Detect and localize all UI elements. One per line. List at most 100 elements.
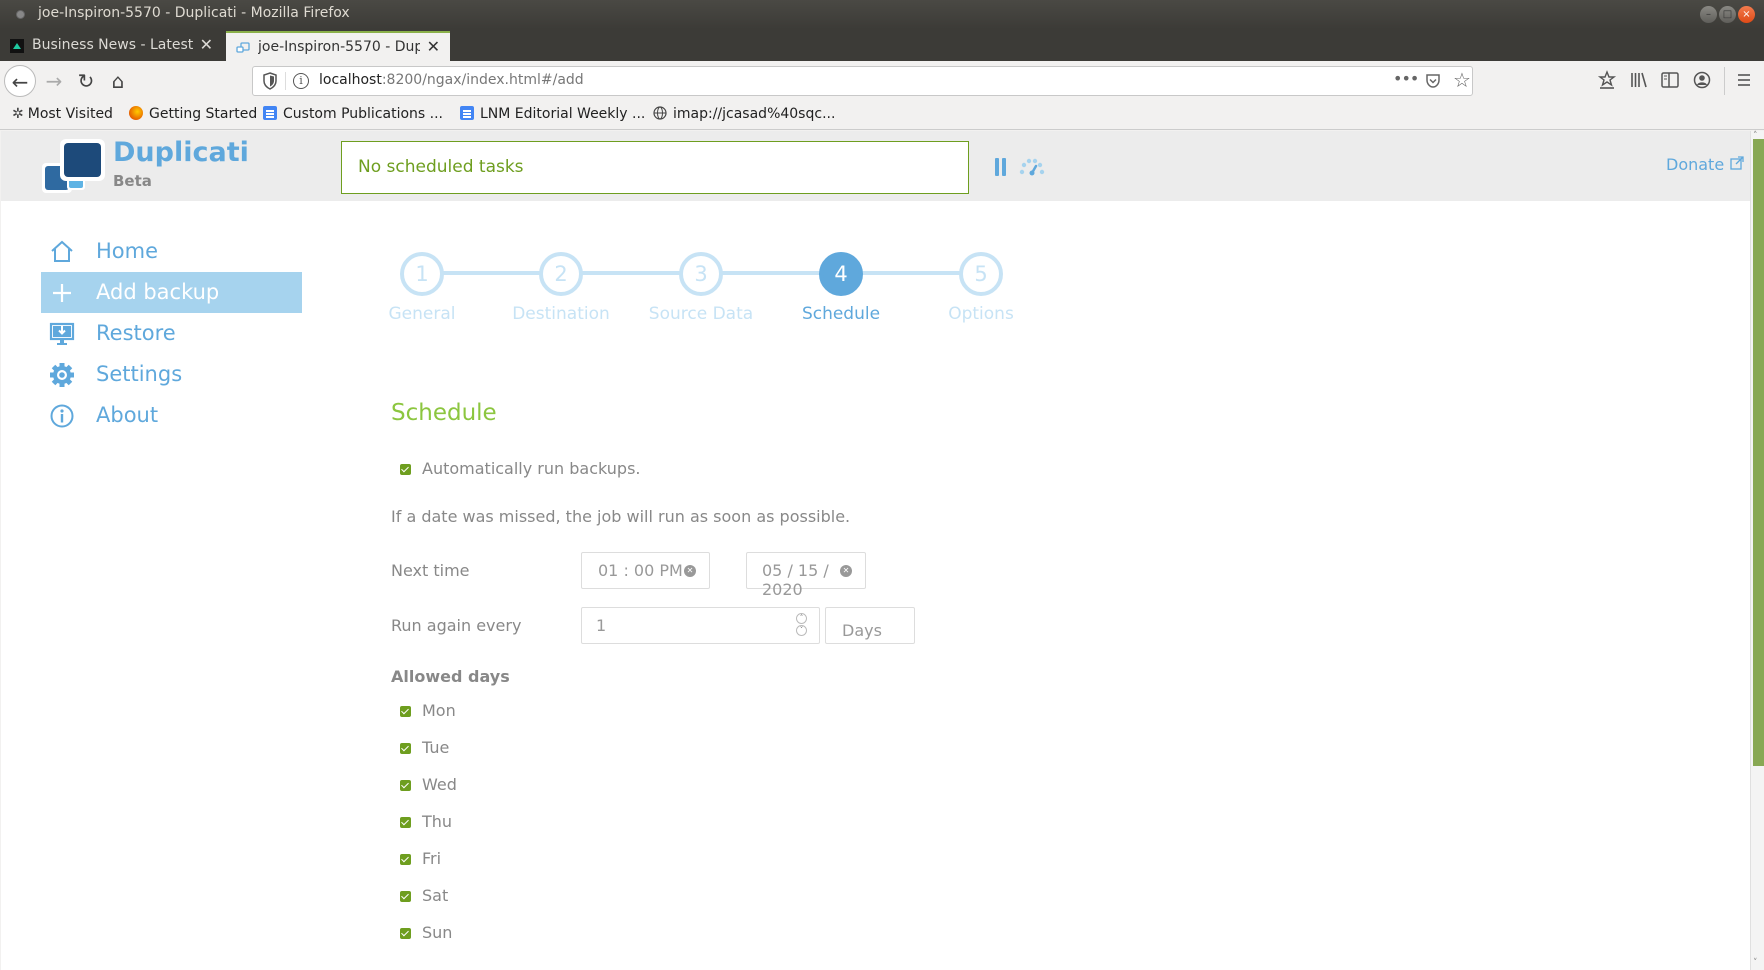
number-spinner[interactable]: ˄ ˅ [796, 613, 807, 637]
unit-value: Days [842, 621, 882, 640]
site-info-icon[interactable]: i [293, 73, 309, 89]
library-icon[interactable] [1623, 65, 1653, 95]
auto-run-checkbox[interactable] [400, 464, 411, 475]
sidebar-item-label: About [96, 403, 159, 427]
tab-close-button[interactable]: ✕ [200, 31, 213, 59]
day-label-fri[interactable]: Fri [422, 849, 441, 868]
back-button[interactable]: ← [4, 65, 36, 97]
gear-icon: ✲ [12, 106, 24, 122]
close-window-button[interactable]: × [1738, 6, 1755, 23]
duplicati-icon [236, 42, 250, 53]
bookmark-imap[interactable]: imap://jcasad%40sqc... [653, 106, 835, 122]
bookmark-label: LNM Editorial Weekly ... [480, 106, 646, 122]
day-checkbox-fri[interactable] [400, 854, 411, 865]
day-label-wed[interactable]: Wed [422, 775, 457, 794]
next-date-input[interactable]: 05 / 15 / 2020 ✕ [746, 552, 866, 599]
downloads-star-icon[interactable] [1592, 65, 1622, 95]
bookmark-label: Getting Started [149, 106, 258, 122]
navigation-toolbar: ← → ↻ ⌂ i localhost:8200/ngax/index.html… [0, 61, 1764, 101]
auto-run-label[interactable]: Automatically run backups. [422, 459, 641, 478]
firefox-icon [129, 106, 143, 120]
window-menu-icon[interactable] [16, 10, 25, 19]
page-scrollbar[interactable]: ˄ ˅ [1750, 131, 1764, 970]
day-label-tue[interactable]: Tue [422, 738, 449, 757]
sidebar-item-label: Settings [96, 362, 183, 386]
pocket-icon[interactable] [1425, 73, 1441, 89]
tab-close-button[interactable]: ✕ [427, 33, 440, 61]
account-icon[interactable] [1687, 65, 1717, 95]
donate-link[interactable]: Donate [1666, 155, 1744, 174]
minimize-button[interactable]: – [1700, 6, 1717, 23]
day-label-sun[interactable]: Sun [422, 923, 452, 942]
brand-name: Duplicati [113, 137, 249, 168]
sidebar-item-about[interactable]: About [41, 395, 302, 436]
toolbar-separator [1724, 67, 1725, 95]
gear-icon [50, 363, 74, 387]
edition-label: Beta [113, 172, 152, 190]
run-again-unit-select[interactable]: Days [825, 607, 915, 644]
clear-time-icon[interactable]: ✕ [684, 565, 696, 577]
bookmark-custom-publications[interactable]: Custom Publications ... [263, 106, 443, 122]
bookmark-label: Custom Publications ... [283, 106, 444, 122]
tab-label: Business News - Latest Headlines [32, 37, 194, 53]
run-again-number-input[interactable]: 1 ˄ ˅ [581, 607, 820, 644]
missed-date-note: If a date was missed, the job will run a… [391, 507, 851, 526]
day-checkbox-sun[interactable] [400, 928, 411, 939]
url-host: localhost [319, 72, 382, 88]
url-bar-separator [285, 72, 286, 90]
scrollbar-thumb[interactable] [1753, 139, 1764, 766]
bookmark-most-visited[interactable]: ✲ Most Visited [12, 106, 113, 122]
day-label-thu[interactable]: Thu [422, 812, 452, 831]
next-time-label: Next time [391, 561, 470, 580]
url-text[interactable]: localhost:8200/ngax/index.html#/add [319, 72, 584, 88]
home-button[interactable]: ⌂ [102, 65, 134, 97]
tab-business-news[interactable]: Business News - Latest Headlines ✕ [0, 31, 223, 61]
tab-duplicati[interactable]: joe-Inspiron-5570 - Duplicati ✕ [226, 31, 450, 61]
market-triangle-icon [10, 39, 24, 53]
info-icon [50, 404, 74, 428]
bookmark-getting-started[interactable]: Getting Started [129, 106, 257, 122]
spin-up-icon[interactable]: ˄ [796, 613, 807, 624]
day-checkbox-tue[interactable] [400, 743, 411, 754]
bookmarks-toolbar: ✲ Most Visited Getting Started Custom Pub… [0, 101, 1764, 130]
sidebar-item-label: Home [96, 239, 159, 263]
doc-icon [460, 106, 474, 120]
sidebar-item-restore[interactable]: Restore [41, 313, 302, 354]
page-actions-icon[interactable]: ••• [1393, 69, 1419, 88]
firefox-window: joe-Inspiron-5570 - Duplicati - Mozilla … [0, 0, 1764, 970]
tab-strip: Business News - Latest Headlines ✕ joe-I… [0, 29, 1764, 87]
window-title: joe-Inspiron-5570 - Duplicati - Mozilla … [38, 5, 350, 21]
day-label-mon[interactable]: Mon [422, 701, 456, 720]
url-path: :8200/ngax/index.html#/add [381, 72, 584, 88]
restore-monitor-icon [49, 322, 75, 345]
title-bar: joe-Inspiron-5570 - Duplicati - Mozilla … [0, 0, 1764, 29]
next-time-input[interactable]: 01 : 00 PM ✕ [581, 552, 710, 589]
menu-icon[interactable] [1729, 65, 1759, 95]
url-bar[interactable]: i localhost:8200/ngax/index.html#/add ••… [252, 66, 1473, 96]
day-checkbox-mon[interactable] [400, 706, 411, 717]
sidebar-item-home[interactable]: Home [41, 231, 302, 272]
maximize-button[interactable]: □ [1719, 6, 1736, 23]
sidebar-item-label: Add backup [96, 280, 220, 304]
allowed-days-heading: Allowed days [391, 667, 510, 686]
reload-button[interactable]: ↻ [70, 65, 102, 97]
tracking-shield-icon[interactable] [263, 72, 277, 90]
sidebar-item-add-backup[interactable]: Add backup [41, 272, 302, 313]
sidebar-icon[interactable] [1655, 65, 1685, 95]
clear-date-icon[interactable]: ✕ [840, 565, 852, 577]
spin-down-icon[interactable]: ˅ [796, 625, 807, 636]
scroll-down-icon[interactable]: ˅ [1753, 958, 1758, 968]
duplicati-page: Duplicati Beta No scheduled tasks Donate… [1, 131, 1750, 970]
external-link-icon [1730, 156, 1744, 170]
day-checkbox-sat[interactable] [400, 891, 411, 902]
bookmark-label: imap://jcasad%40sqc... [673, 106, 836, 122]
day-checkbox-thu[interactable] [400, 817, 411, 828]
forward-button[interactable]: → [38, 65, 70, 97]
duplicati-logo[interactable] [41, 138, 111, 196]
section-heading: Schedule [391, 400, 497, 426]
day-checkbox-wed[interactable] [400, 780, 411, 791]
day-label-sat[interactable]: Sat [422, 886, 448, 905]
bookmark-lnm-editorial[interactable]: LNM Editorial Weekly ... [460, 106, 645, 122]
bookmark-star-icon[interactable]: ☆ [1453, 68, 1471, 92]
sidebar-item-settings[interactable]: Settings [41, 354, 302, 395]
